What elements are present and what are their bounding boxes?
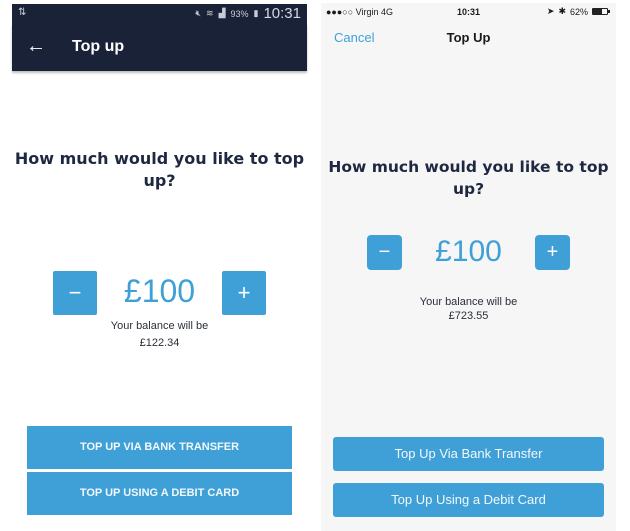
battery-percent: 62% [569,6,588,17]
balance-info: Your balance will be £723.55 [321,295,616,323]
decrease-button[interactable]: − [367,235,402,270]
bluetooth-icon: ✱ [558,6,566,16]
amount-stepper: − £100 + [321,235,616,271]
decrease-button[interactable]: − [53,271,97,315]
top-up-question: How much would you like to top up? [328,158,609,198]
android-screen: ⇅ 🔇︎ ≋ ▟ 93% ▮ 10:31 ← Top up How much w… [12,0,307,531]
cancel-button[interactable]: Cancel [334,30,374,45]
top-up-question: How much would you like to top up? [14,149,305,190]
debit-card-button[interactable]: TOP UP USING A DEBIT CARD [27,472,292,515]
battery-percent: 93% [230,8,249,19]
balance-value: £122.34 [139,337,180,349]
amount-value: £100 [123,273,196,309]
increase-button[interactable]: + [535,235,570,270]
android-status-bar: ⇅ 🔇︎ ≋ ▟ 93% ▮ 10:31 [12,4,307,24]
battery-fill [593,9,602,14]
balance-value: £723.55 [448,310,489,322]
battery-icon: ▮ [253,8,259,18]
mute-icon: 🔇︎ [195,8,202,18]
android-app-bar: ← Top up [12,24,307,71]
amount-stepper: − £100 + [12,271,307,315]
back-arrow-icon[interactable]: ← [26,34,46,58]
status-time: 10:31 [263,5,301,22]
balance-label: Your balance will be [419,296,518,308]
amount-value: £100 [435,235,502,268]
ios-screen: ●●●○○ Virgin 4G 10:31 ➤ ✱ 62% Top Up Can… [321,3,616,531]
bank-transfer-button[interactable]: TOP UP VIA BANK TRANSFER [27,426,292,469]
battery-icon [592,8,610,15]
wifi-icon: ≋ [206,8,214,18]
page-title: Top up [72,38,125,55]
balance-label: Your balance will be [110,320,209,332]
signal-icon: ▟ [218,8,226,18]
bank-transfer-button[interactable]: Top Up Via Bank Transfer [333,437,604,471]
location-icon: ➤ [546,6,555,16]
increase-button[interactable]: + [222,271,266,315]
ios-status-bar: ●●●○○ Virgin 4G 10:31 ➤ ✱ 62% [321,3,616,21]
balance-info: Your balance will be £122.34 [12,318,307,352]
data-transfer-icon: ⇅ [18,7,27,18]
debit-card-button[interactable]: Top Up Using a Debit Card [333,483,604,517]
